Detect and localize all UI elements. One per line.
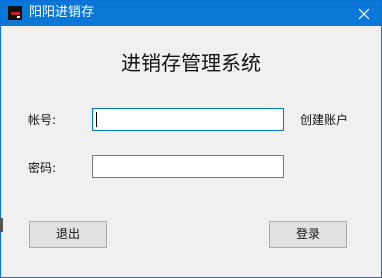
window-title: 阳阳进销存 (29, 5, 95, 20)
title-bar[interactable]: 阳阳进销存 (1, 1, 381, 26)
login-button[interactable]: 登录 (269, 221, 347, 248)
app-icon (8, 6, 22, 20)
create-account-link[interactable]: 创建账户 (300, 112, 348, 128)
exit-button[interactable]: 退出 (29, 221, 107, 248)
password-input[interactable] (92, 155, 284, 178)
close-icon (358, 8, 370, 19)
client-area: 进销存管理系统 帐号: 创建账户 密码: 退出 登录 (1, 26, 381, 277)
password-label: 密码: (28, 161, 57, 175)
close-button[interactable] (347, 1, 381, 26)
app-icon-red-bar (11, 12, 20, 15)
account-input[interactable] (92, 108, 284, 131)
text-caret (96, 112, 97, 127)
background-window-edge (0, 218, 3, 232)
app-icon-dot (17, 16, 20, 18)
account-label: 帐号: (28, 113, 57, 127)
system-heading: 进销存管理系统 (121, 51, 261, 75)
login-window: 阳阳进销存 进销存管理系统 帐号: 创建账户 密码: 退出 登录 (0, 0, 382, 278)
